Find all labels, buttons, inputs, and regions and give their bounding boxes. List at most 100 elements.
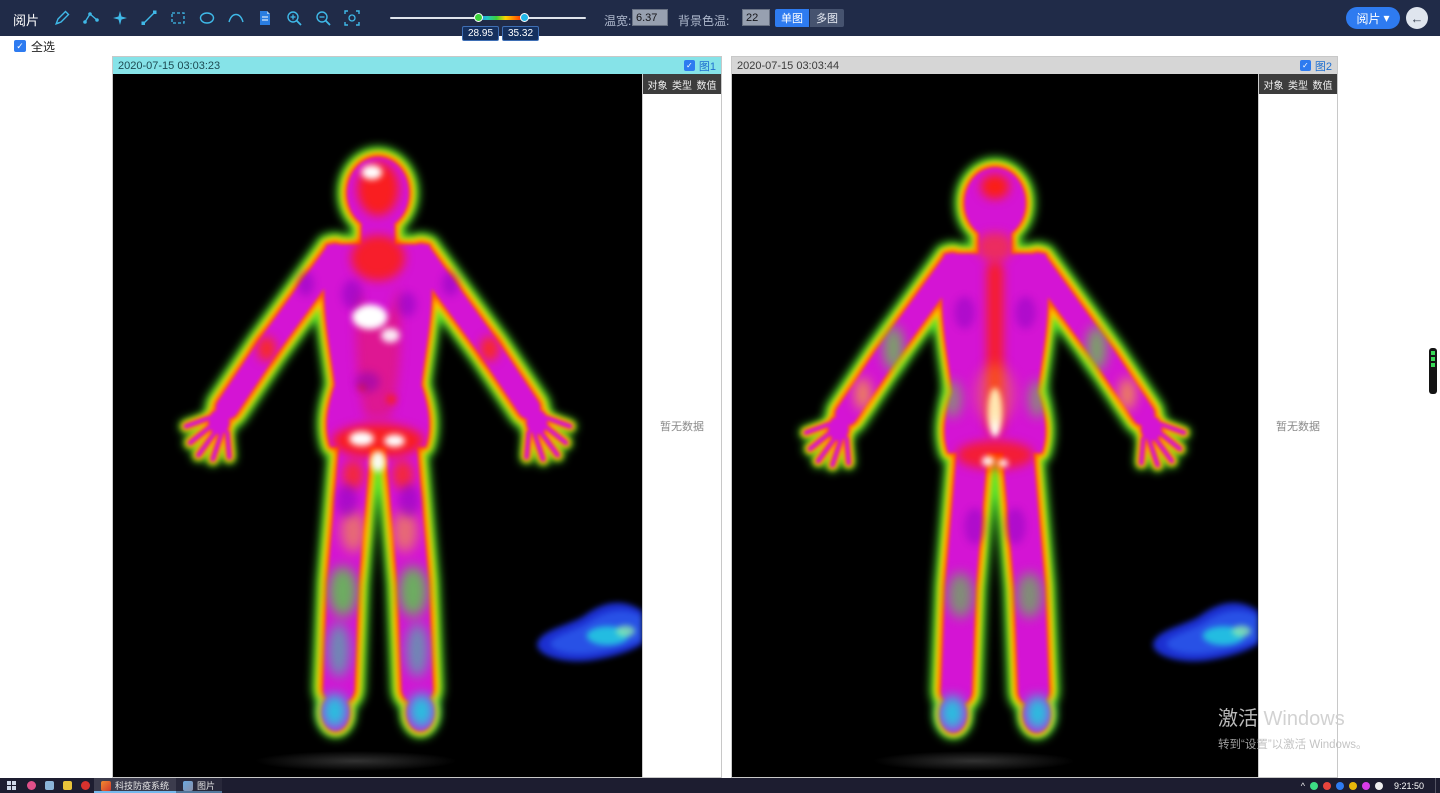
- image-panel-2: 2020-07-15 03:03:44 ✓ 图2: [731, 56, 1338, 778]
- app-icon: [81, 781, 90, 790]
- tray-icon-green[interactable]: [1310, 782, 1318, 790]
- read-film-dropdown-button[interactable]: 阅片 ▾: [1346, 7, 1400, 29]
- thermal-canvas-2[interactable]: [732, 74, 1258, 777]
- taskbar-app-icon-2[interactable]: [40, 778, 58, 793]
- partial-thermal-object: [1148, 594, 1258, 670]
- windows-logo-icon: [7, 781, 16, 790]
- tray-icon-yellow[interactable]: [1349, 782, 1357, 790]
- zoom-out-tool-button[interactable]: [313, 8, 333, 28]
- zoom-in-icon: [285, 9, 303, 27]
- column-object: 对象: [1264, 77, 1284, 92]
- temp-width-input[interactable]: [632, 9, 668, 26]
- curve-tool-button[interactable]: [226, 8, 246, 28]
- report-note-tool-button[interactable]: [255, 8, 275, 28]
- check-icon: ✓: [1302, 61, 1309, 70]
- tool-group: [52, 8, 362, 28]
- line-measure-tool-button[interactable]: [139, 8, 159, 28]
- dashed-rect-icon: [169, 9, 187, 27]
- multi-image-button[interactable]: 多图: [810, 9, 844, 27]
- panel-2-data-sidebar: 对象 类型 数值 暂无数据: [1258, 74, 1337, 777]
- select-all-label: 全选: [31, 38, 55, 55]
- ellipse-tool-button[interactable]: [197, 8, 217, 28]
- line-icon: [140, 9, 158, 27]
- taskbar-app-pictures[interactable]: 图片: [176, 778, 222, 793]
- floor-reflection: [834, 747, 1114, 775]
- panel-1-header[interactable]: 2020-07-15 03:03:23 ✓ 图1: [113, 57, 721, 74]
- point-marker-tool-button[interactable]: [110, 8, 130, 28]
- column-type: 类型: [1288, 77, 1308, 92]
- panel-2-header[interactable]: 2020-07-15 03:03:44 ✓ 图2: [732, 57, 1337, 74]
- tray-icon-white[interactable]: [1375, 782, 1383, 790]
- taskbar-clock[interactable]: 9:21:50: [1388, 781, 1430, 791]
- node-tool-button[interactable]: [81, 8, 101, 28]
- taskbar-app-icon-4[interactable]: [76, 778, 94, 793]
- show-desktop-button[interactable]: [1435, 778, 1440, 793]
- folder-icon: [63, 781, 72, 790]
- arrow-left-icon: ←: [1411, 11, 1424, 26]
- floor-reflection: [216, 747, 496, 775]
- panel-1-tag: 图1: [699, 58, 716, 74]
- thermal-figure-front: [150, 129, 604, 769]
- taskbar-app-icon-1[interactable]: [22, 778, 40, 793]
- panel-2-table-header: 对象 类型 数值: [1259, 74, 1337, 94]
- pen-icon: [53, 9, 71, 27]
- panel-2-checkbox[interactable]: ✓: [1300, 60, 1311, 71]
- slider-high-value: 35.32: [502, 26, 539, 41]
- panel-1-data-sidebar: 对象 类型 数值 暂无数据: [642, 74, 721, 777]
- bg-color-temp-input[interactable]: [742, 9, 770, 26]
- temp-width-label: 温宽:: [604, 12, 631, 29]
- temperature-range-slider[interactable]: 28.95 35.32: [390, 0, 586, 36]
- panel-1-empty-text: 暂无数据: [643, 418, 721, 434]
- document-icon: [256, 9, 274, 27]
- app-icon: [101, 781, 111, 791]
- select-all-checkbox[interactable]: ✓: [14, 40, 26, 52]
- image-panel-1: 2020-07-15 03:03:23 ✓ 图1: [112, 56, 722, 778]
- zoom-out-icon: [314, 9, 332, 27]
- panel-2-timestamp: 2020-07-15 03:03:44: [737, 60, 839, 72]
- panel-2-tag: 图2: [1315, 58, 1332, 74]
- curve-icon: [227, 9, 245, 27]
- slider-color-range: [478, 16, 524, 20]
- rect-select-tool-button[interactable]: [168, 8, 188, 28]
- tray-icon-red[interactable]: [1323, 782, 1331, 790]
- app-icon: [45, 781, 54, 790]
- column-value: 数值: [697, 77, 717, 92]
- ellipse-icon: [198, 9, 216, 27]
- thermal-canvas-1[interactable]: [113, 74, 642, 777]
- zoom-in-tool-button[interactable]: [284, 8, 304, 28]
- read-film-label: 阅片: [1356, 10, 1380, 27]
- check-icon: ✓: [686, 61, 693, 70]
- edge-indicator-widget[interactable]: [1429, 348, 1437, 394]
- taskbar-app-label: 科技防疫系统: [115, 779, 169, 792]
- taskbar-app-icon-3[interactable]: [58, 778, 76, 793]
- system-tray: ^ 9:21:50: [1301, 778, 1440, 793]
- tray-expand-icon[interactable]: ^: [1301, 781, 1305, 791]
- tray-icon-blue[interactable]: [1336, 782, 1344, 790]
- tray-icon-pink[interactable]: [1362, 782, 1370, 790]
- back-button[interactable]: ←: [1406, 7, 1428, 29]
- single-image-button[interactable]: 单图: [775, 9, 809, 27]
- taskbar-app-label: 图片: [197, 779, 215, 792]
- top-toolbar: 阅片 28.95 35.32 温宽: 背景色温: 单图 多图 阅片 ▾ ←: [0, 0, 1440, 36]
- capture-tool-button[interactable]: [342, 8, 362, 28]
- windows-taskbar: 科技防疫系统 图片 ^ 9:21:50: [0, 778, 1440, 793]
- panel-2-empty-text: 暂无数据: [1259, 418, 1337, 434]
- taskbar-app-epidemic-system[interactable]: 科技防疫系统: [94, 778, 176, 793]
- start-button[interactable]: [0, 778, 22, 793]
- pen-tool-button[interactable]: [52, 8, 72, 28]
- panel-1-timestamp: 2020-07-15 03:03:23: [118, 60, 220, 72]
- app-icon: [27, 781, 36, 790]
- column-object: 对象: [648, 77, 668, 92]
- app-mode-title: 阅片: [13, 10, 39, 29]
- capture-frame-icon: [343, 9, 361, 27]
- panel-1-checkbox[interactable]: ✓: [684, 60, 695, 71]
- check-icon: ✓: [16, 41, 24, 51]
- slider-low-handle[interactable]: [474, 13, 483, 22]
- column-value: 数值: [1313, 77, 1333, 92]
- panel-1-table-header: 对象 类型 数值: [643, 74, 721, 94]
- point-star-icon: [111, 9, 129, 27]
- select-all-row: ✓ 全选: [0, 36, 1440, 56]
- slider-high-handle[interactable]: [520, 13, 529, 22]
- column-type: 类型: [672, 77, 692, 92]
- node-path-icon: [82, 9, 100, 27]
